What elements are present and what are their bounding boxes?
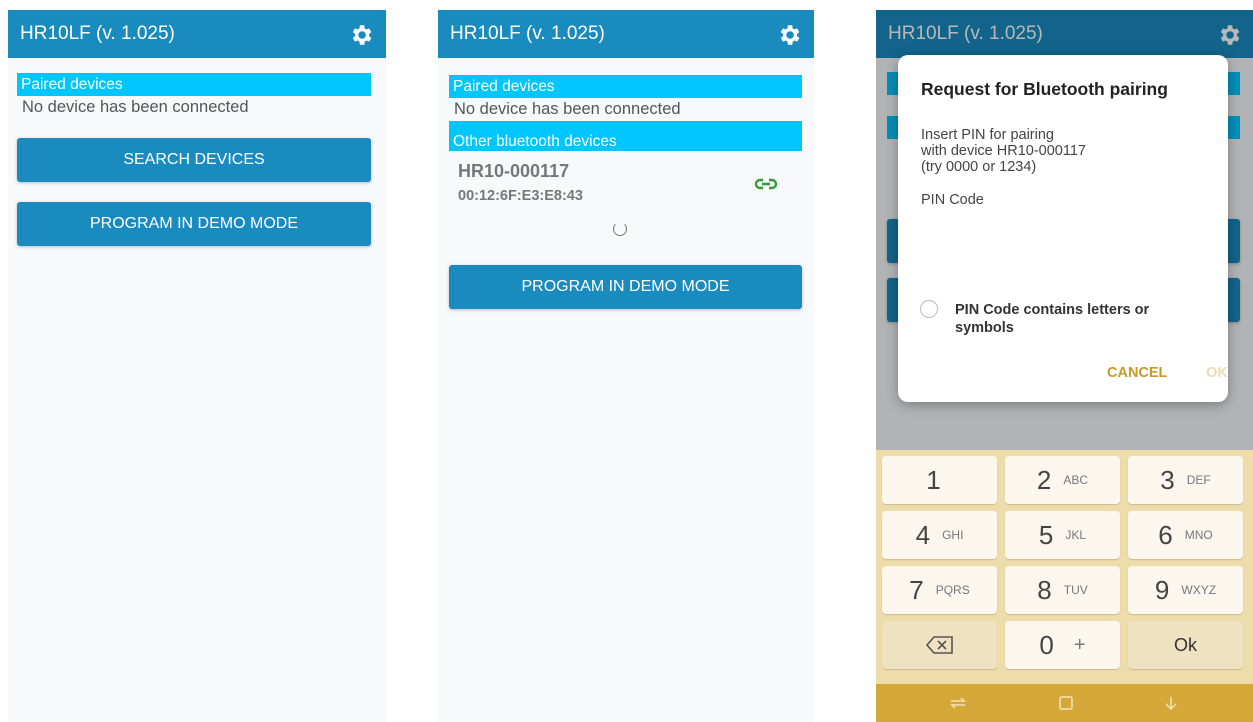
no-device-text: No device has been connected <box>22 98 249 116</box>
dialog-message: Insert PIN for pairing with device HR10-… <box>921 127 1086 175</box>
app-bar: HR10LF (v. 1.025) <box>8 10 386 58</box>
system-nav-bar <box>876 684 1253 722</box>
device-mac: 00:12:6F:E3:E8:43 <box>458 188 583 204</box>
home-icon[interactable] <box>1056 694 1076 712</box>
dialog-title: Request for Bluetooth pairing <box>921 79 1168 99</box>
cancel-button[interactable]: CANCEL <box>1107 365 1167 381</box>
device-list-item[interactable]: HR10-000117 00:12:6F:E3:E8:43 <box>458 161 583 204</box>
no-device-text: No device has been connected <box>454 100 681 118</box>
paired-devices-header: Paired devices <box>449 75 802 98</box>
key-3[interactable]: 3 DEF <box>1128 456 1243 504</box>
gear-icon[interactable] <box>776 22 802 48</box>
key-2[interactable]: 2 ABC <box>1005 456 1120 504</box>
ok-key[interactable]: Ok <box>1128 621 1243 669</box>
paired-devices-header: Paired devices <box>17 73 371 96</box>
backspace-icon <box>925 636 953 654</box>
recents-icon[interactable] <box>948 694 968 712</box>
backspace-key[interactable] <box>882 621 997 669</box>
key-6[interactable]: 6 MNO <box>1128 511 1243 559</box>
demo-mode-button[interactable]: PROGRAM IN DEMO MODE <box>449 265 802 309</box>
demo-mode-button[interactable]: PROGRAM IN DEMO MODE <box>17 202 371 246</box>
gear-icon[interactable] <box>348 22 374 48</box>
screen-search: HR10LF (v. 1.025) Paired devices No devi… <box>438 10 814 722</box>
key-0[interactable]: 0 + <box>1005 621 1120 669</box>
pin-letters-checkbox[interactable] <box>920 300 938 318</box>
pin-letters-label: PIN Code contains letters or symbols <box>955 302 1150 336</box>
key-5[interactable]: 5 JKL <box>1005 511 1120 559</box>
app-title: HR10LF (v. 1.025) <box>20 23 175 44</box>
ok-button[interactable]: OK <box>1206 365 1228 381</box>
screen-initial: HR10LF (v. 1.025) Paired devices No devi… <box>8 10 386 722</box>
key-7[interactable]: 7 PQRS <box>882 566 997 614</box>
app-bar: HR10LF (v. 1.025) <box>438 10 814 58</box>
search-devices-button[interactable]: SEARCH DEVICES <box>17 138 371 182</box>
pin-code-field[interactable]: PIN Code <box>921 192 984 208</box>
back-icon[interactable] <box>1161 694 1181 712</box>
device-name: HR10-000117 <box>458 161 570 181</box>
app-title: HR10LF (v. 1.025) <box>450 23 605 44</box>
pairing-dialog: Request for Bluetooth pairing Insert PIN… <box>898 55 1228 402</box>
other-devices-header: Other bluetooth devices <box>449 121 802 151</box>
key-8[interactable]: 8 TUV <box>1005 566 1120 614</box>
key-4[interactable]: 4 GHI <box>882 511 997 559</box>
link-icon[interactable] <box>754 176 778 192</box>
loading-spinner <box>613 222 627 236</box>
key-1[interactable]: 1 <box>882 456 997 504</box>
key-9[interactable]: 9 WXYZ <box>1128 566 1243 614</box>
numeric-keypad: 1 2 ABC 3 DEF 4 GHI 5 JKL 6 MNO 7 PQRS 8… <box>876 450 1253 684</box>
screen-pairing: HR10LF (v. 1.025) Request for Bluetooth … <box>876 10 1253 722</box>
